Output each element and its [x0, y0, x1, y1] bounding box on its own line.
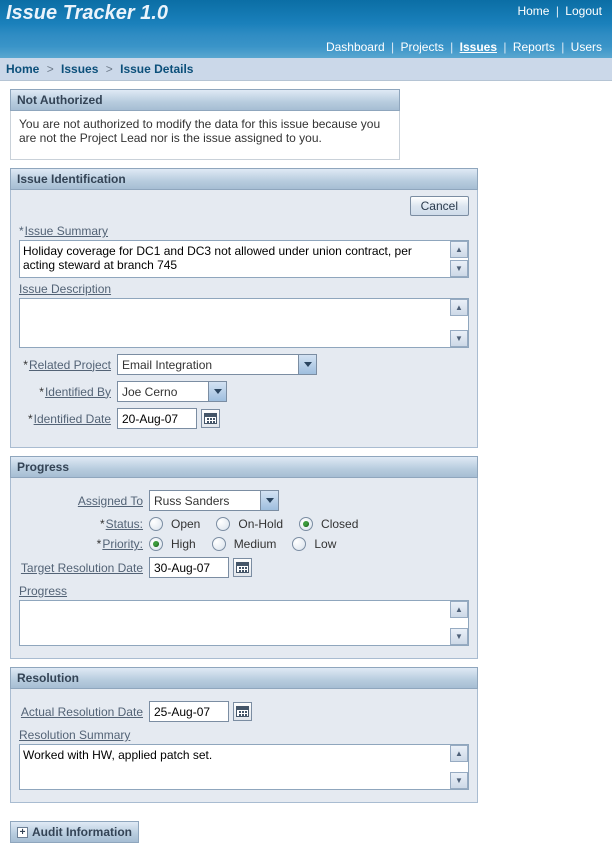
expand-icon: +: [17, 827, 28, 838]
progress-panel: Assigned To Russ Sanders *Status: Open O…: [10, 478, 478, 659]
related-project-label: *Related Project: [19, 358, 117, 372]
related-project-select[interactable]: Email Integration: [117, 354, 317, 375]
status-label: *Status:: [19, 517, 149, 531]
assigned-to-select[interactable]: Russ Sanders: [149, 490, 279, 511]
content-area: Not Authorized You are not authorized to…: [0, 81, 488, 851]
scrollbar: ▲ ▼: [450, 601, 468, 645]
crumb-home[interactable]: Home: [6, 62, 39, 76]
actual-date-field[interactable]: [149, 701, 229, 722]
resolution-summary-wrap: ▲ ▼: [19, 744, 469, 790]
scroll-down-icon[interactable]: ▼: [450, 260, 468, 277]
issue-description-field-wrap: ▲ ▼: [19, 298, 469, 348]
crumb-current: Issue Details: [120, 62, 193, 76]
chevron-down-icon: [298, 355, 316, 374]
scroll-down-icon[interactable]: ▼: [450, 772, 468, 789]
calendar-icon: [236, 562, 249, 573]
scroll-up-icon[interactable]: ▲: [450, 601, 468, 618]
breadcrumb: Home > Issues > Issue Details: [0, 58, 612, 81]
status-onhold-radio[interactable]: [216, 517, 230, 531]
actual-date-label: Actual Resolution Date: [19, 705, 149, 719]
identified-date-picker-button[interactable]: [201, 409, 220, 428]
status-closed-radio[interactable]: [299, 517, 313, 531]
global-links: Home | Logout: [517, 4, 602, 18]
status-open-radio[interactable]: [149, 517, 163, 531]
tab-projects[interactable]: Projects: [400, 40, 443, 54]
resolution-summary-field[interactable]: [20, 745, 448, 789]
identified-date-field[interactable]: [117, 408, 197, 429]
resolution-panel: Actual Resolution Date Resolution Summar…: [10, 689, 478, 803]
scrollbar: ▲ ▼: [450, 241, 468, 277]
resolution-header: Resolution: [10, 667, 478, 689]
issue-description-label: Issue Description: [19, 282, 469, 296]
priority-high-radio[interactable]: [149, 537, 163, 551]
not-authorized-header: Not Authorized: [10, 89, 400, 111]
priority-label: *Priority:: [19, 537, 149, 551]
identification-panel: Cancel *Issue Summary ▲ ▼ Issue Descript…: [10, 190, 478, 448]
priority-radio-group: High Medium Low: [149, 537, 346, 551]
scroll-up-icon[interactable]: ▲: [450, 745, 468, 762]
issue-description-field[interactable]: [20, 299, 448, 347]
calendar-icon: [204, 413, 217, 424]
tab-users[interactable]: Users: [571, 40, 602, 54]
actual-date-picker-button[interactable]: [233, 702, 252, 721]
tab-bar: Dashboard | Projects | Issues | Reports …: [326, 40, 602, 54]
not-authorized-box: You are not authorized to modify the dat…: [10, 111, 400, 160]
priority-medium-radio[interactable]: [212, 537, 226, 551]
priority-low-radio[interactable]: [292, 537, 306, 551]
scroll-down-icon[interactable]: ▼: [450, 628, 468, 645]
issue-summary-label: *Issue Summary: [19, 224, 469, 238]
top-banner: Issue Tracker 1.0 Home | Logout Dashboar…: [0, 0, 612, 58]
app-title: Issue Tracker 1.0: [6, 0, 606, 25]
not-authorized-text: You are not authorized to modify the dat…: [19, 117, 380, 145]
identification-header: Issue Identification: [10, 168, 478, 190]
home-link[interactable]: Home: [517, 4, 549, 18]
tab-dashboard[interactable]: Dashboard: [326, 40, 385, 54]
identified-date-label: *Identified Date: [19, 412, 117, 426]
target-date-picker-button[interactable]: [233, 558, 252, 577]
crumb-issues[interactable]: Issues: [61, 62, 98, 76]
resolution-summary-label: Resolution Summary: [19, 728, 469, 742]
progress-field-wrap: ▲ ▼: [19, 600, 469, 646]
tab-issues[interactable]: Issues: [460, 40, 497, 54]
target-date-label: Target Resolution Date: [19, 561, 149, 575]
scrollbar: ▲ ▼: [450, 299, 468, 347]
issue-summary-field[interactable]: [20, 241, 448, 277]
progress-header: Progress: [10, 456, 478, 478]
chevron-down-icon: [208, 382, 226, 401]
separator: |: [556, 4, 559, 18]
audit-header[interactable]: +Audit Information: [10, 821, 139, 843]
target-date-field[interactable]: [149, 557, 229, 578]
calendar-icon: [236, 706, 249, 717]
scroll-up-icon[interactable]: ▲: [450, 241, 468, 258]
scrollbar: ▲ ▼: [450, 745, 468, 789]
logout-link[interactable]: Logout: [565, 4, 602, 18]
issue-summary-field-wrap: ▲ ▼: [19, 240, 469, 278]
identified-by-select[interactable]: Joe Cerno: [117, 381, 227, 402]
cancel-button[interactable]: Cancel: [410, 196, 469, 216]
progress-field[interactable]: [20, 601, 448, 645]
tab-reports[interactable]: Reports: [513, 40, 555, 54]
scroll-up-icon[interactable]: ▲: [450, 299, 468, 316]
assigned-to-label: Assigned To: [19, 494, 149, 508]
chevron-down-icon: [260, 491, 278, 510]
identified-by-label: *Identified By: [19, 385, 117, 399]
scroll-down-icon[interactable]: ▼: [450, 330, 468, 347]
status-radio-group: Open On-Hold Closed: [149, 517, 368, 531]
progress-field-label: Progress: [19, 584, 469, 598]
